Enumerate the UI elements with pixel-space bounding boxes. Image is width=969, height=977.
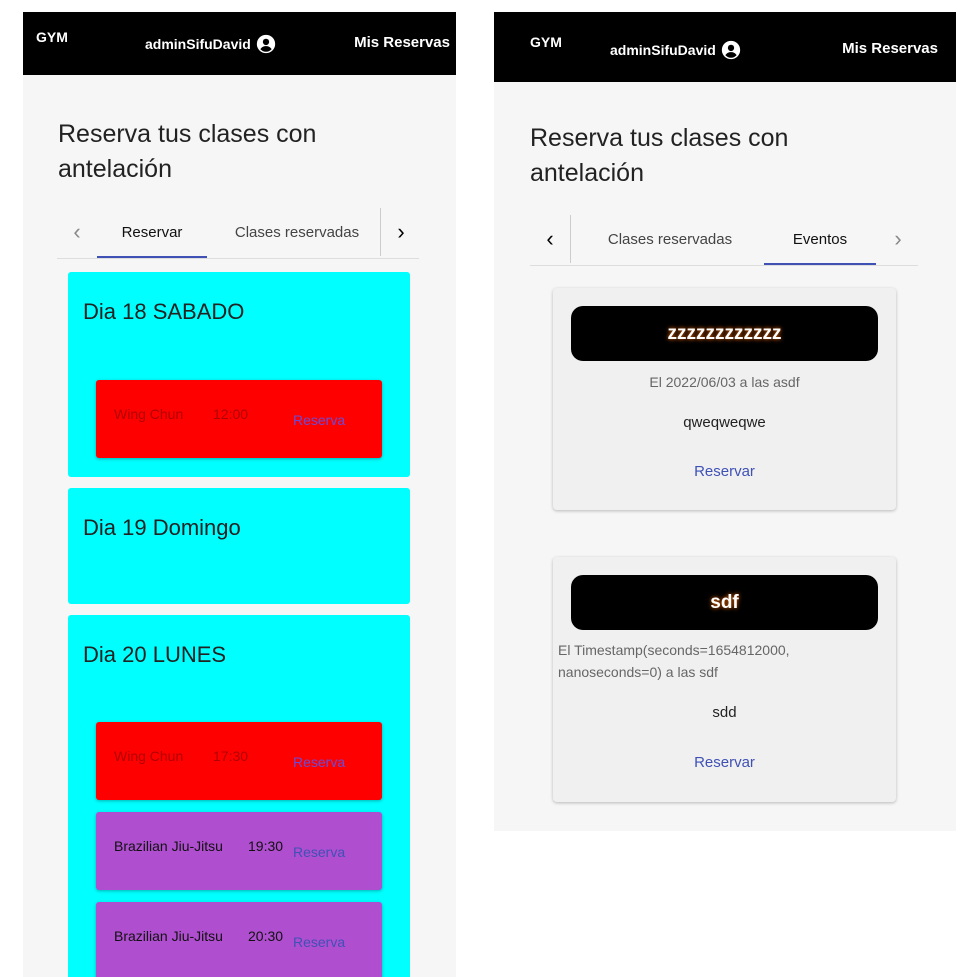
day-title: Dia 18 SABADO bbox=[83, 299, 245, 324]
chevron-right-icon: › bbox=[894, 226, 902, 251]
event-card: sdf El Timestamp(seconds=1654812000, nan… bbox=[553, 557, 896, 802]
tab-scroll-left-button[interactable]: ‹ bbox=[530, 215, 570, 263]
tab-scroll-left-button[interactable]: ‹ bbox=[57, 208, 97, 256]
reserve-event-button[interactable]: Reservar bbox=[553, 462, 896, 481]
event-description: sdd bbox=[712, 704, 737, 721]
account-circle-icon bbox=[721, 40, 740, 60]
day-title: Dia 20 LUNES bbox=[83, 642, 227, 667]
chevron-left-icon: ‹ bbox=[546, 226, 554, 251]
tab-clases-reservadas[interactable]: Clases reservadas bbox=[585, 215, 755, 263]
chevron-right-icon: › bbox=[397, 219, 405, 244]
class-name: Wing Chun bbox=[114, 406, 184, 422]
username-label: adminSifuDavid bbox=[610, 42, 716, 58]
event-title: sdf bbox=[571, 575, 878, 630]
day-title: Dia 19 Domingo bbox=[83, 515, 241, 540]
page-title: Reserva tus clases con antelación bbox=[58, 120, 317, 183]
class-slot: Brazilian Jiu-Jitsu 20:30 Reserva bbox=[96, 902, 382, 977]
class-slot: Brazilian Jiu-Jitsu 19:30 Reserva bbox=[96, 812, 382, 890]
brand-link[interactable]: GYM bbox=[530, 34, 562, 50]
class-time: 20:30 bbox=[248, 928, 284, 944]
class-slot: Wing Chun 12:00 Reserva bbox=[96, 380, 382, 458]
tab-clases-reservadas[interactable]: Clases reservadas bbox=[217, 208, 377, 256]
reserve-button[interactable]: Reserva bbox=[293, 934, 345, 950]
tab-bar: ‹ Clases reservadas Eventos › bbox=[530, 215, 918, 266]
class-time: 12:00 bbox=[213, 406, 249, 422]
tab-scroll-right-button[interactable]: › bbox=[878, 215, 918, 263]
day-card: Dia 18 SABADO Wing Chun 12:00 Reserva bbox=[68, 272, 410, 477]
reserve-button[interactable]: Reserva bbox=[293, 754, 345, 770]
reserve-event-button[interactable]: Reservar bbox=[553, 753, 896, 772]
my-bookings-link[interactable]: Mis Reservas bbox=[354, 34, 450, 51]
event-title: zzzzzzzzzzzz bbox=[571, 306, 878, 361]
app-bar: GYM adminSifuDavid Mis Reservas bbox=[494, 12, 956, 82]
day-card: Dia 20 LUNES Wing Chun 17:30 Reserva Bra… bbox=[68, 615, 410, 977]
brand-link[interactable]: GYM bbox=[36, 29, 68, 45]
class-name: Brazilian Jiu-Jitsu bbox=[114, 838, 223, 854]
day-card: Dia 19 Domingo bbox=[68, 488, 410, 604]
class-name: Brazilian Jiu-Jitsu bbox=[114, 928, 223, 944]
reserve-button[interactable]: Reserva bbox=[293, 412, 345, 428]
reserve-button[interactable]: Reserva bbox=[293, 844, 345, 860]
event-date: El Timestamp(seconds=1654812000, nanosec… bbox=[558, 642, 790, 680]
event-date: El 2022/06/03 a las asdf bbox=[649, 374, 800, 390]
class-name: Wing Chun bbox=[114, 748, 184, 764]
user-menu[interactable]: adminSifuDavid bbox=[610, 40, 741, 60]
tab-divider bbox=[570, 215, 571, 263]
class-time: 17:30 bbox=[213, 748, 249, 764]
class-slot: Wing Chun 17:30 Reserva bbox=[96, 722, 382, 800]
left-phone-screen: GYM adminSifuDavid Mis Reservas Reserva … bbox=[23, 12, 456, 977]
app-bar: GYM adminSifuDavid Mis Reservas bbox=[23, 12, 456, 75]
user-menu[interactable]: adminSifuDavid bbox=[145, 34, 276, 54]
account-circle-icon bbox=[256, 34, 275, 54]
class-time: 19:30 bbox=[248, 838, 284, 854]
tab-eventos[interactable]: Eventos bbox=[764, 215, 876, 265]
tab-reservar[interactable]: Reservar bbox=[97, 208, 207, 258]
page-title: Reserva tus clases con antelación bbox=[530, 124, 789, 187]
tab-scroll-right-button[interactable]: › bbox=[381, 208, 421, 256]
tab-bar: ‹ Reservar Clases reservadas › bbox=[57, 208, 419, 259]
right-phone-screen: GYM adminSifuDavid Mis Reservas Reserva … bbox=[494, 12, 956, 831]
my-bookings-link[interactable]: Mis Reservas bbox=[842, 40, 938, 57]
chevron-left-icon: ‹ bbox=[73, 219, 81, 244]
event-description: qweqweqwe bbox=[683, 414, 766, 431]
username-label: adminSifuDavid bbox=[145, 36, 251, 52]
event-card: zzzzzzzzzzzz El 2022/06/03 a las asdf qw… bbox=[553, 288, 896, 510]
